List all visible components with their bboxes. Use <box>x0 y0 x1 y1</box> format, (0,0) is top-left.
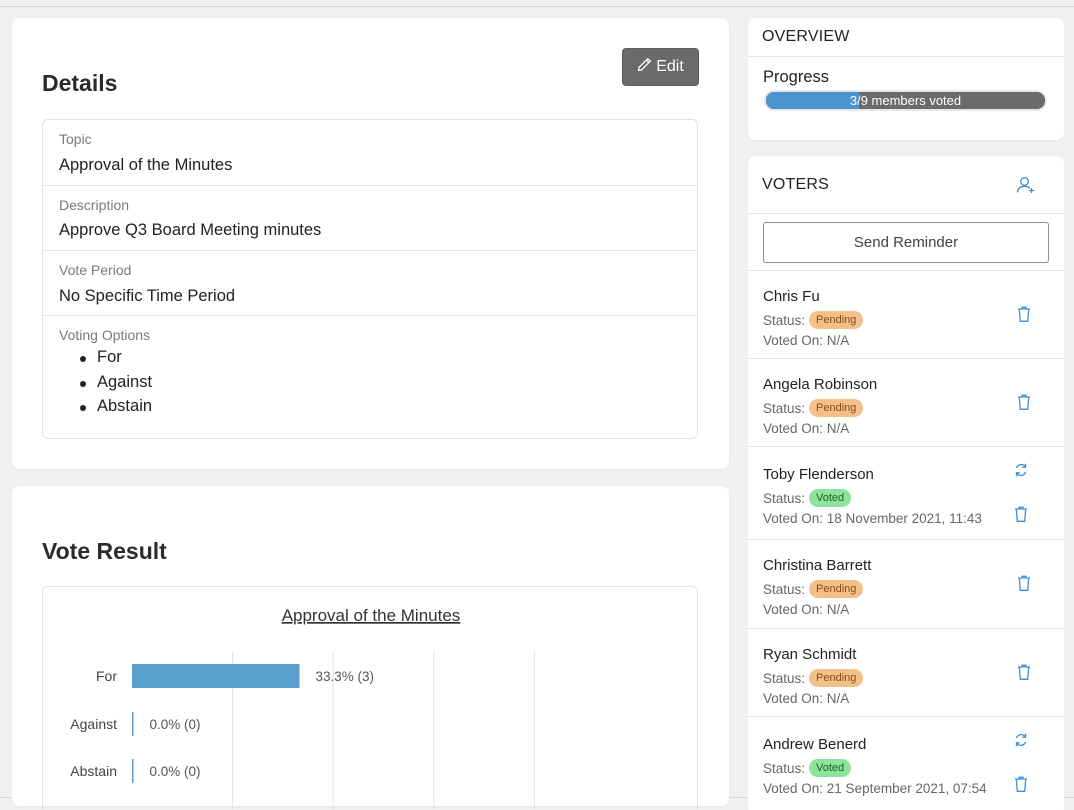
progress-label: Progress <box>763 68 830 86</box>
trash-icon[interactable] <box>1016 574 1032 592</box>
description-value: Approve Q3 Board Meeting minutes <box>59 221 322 239</box>
category-label: For <box>96 668 117 684</box>
vote-result-title: Vote Result <box>42 538 167 564</box>
field-vote-period: Vote Period No Specific Time Period <box>43 251 697 316</box>
edit-button-label: Edit <box>656 58 684 75</box>
category-label: Abstain <box>70 763 117 779</box>
voter-status: Status: Pending <box>763 580 864 598</box>
refresh-icon[interactable] <box>1013 731 1029 749</box>
bar-against <box>132 712 134 736</box>
trash-icon[interactable] <box>1016 393 1032 411</box>
details-card: Details Edit Topic Approval of the Minut… <box>12 18 729 469</box>
overview-header-label: OVERVIEW <box>762 28 850 45</box>
voter-row: Angela Robinson Status: Pending Voted On: N… <box>748 358 1064 446</box>
vote-period-label: Vote Period <box>59 262 132 278</box>
add-user-icon[interactable] <box>1016 175 1036 195</box>
topic-label: Topic <box>59 131 92 147</box>
pencil-icon <box>637 57 652 77</box>
voter-status: Status: Pending <box>763 399 864 417</box>
trash-icon[interactable] <box>1016 305 1032 323</box>
bar-for <box>132 664 300 688</box>
voting-options-label: Voting Options <box>59 327 151 343</box>
data-label: 0.0% (0) <box>150 717 201 732</box>
voter-row: Chris Fu Status: Pending Voted On: N/A <box>748 270 1064 358</box>
voter-row: Andrew Benerd Status: Voted Voted On: 21 Se… <box>748 716 1064 810</box>
voted-on: Voted On: N/A <box>763 333 850 348</box>
status-badge: Voted <box>809 489 852 507</box>
field-description: Description Approve Q3 Board Meeting min… <box>43 186 697 251</box>
category-label: Against <box>70 716 117 732</box>
details-title: Details <box>42 70 118 96</box>
status-prefix: Status: <box>763 581 806 597</box>
status-badge: Pending <box>809 580 864 598</box>
trash-icon[interactable] <box>1013 505 1029 523</box>
voter-name: Andrew Benerd <box>763 736 867 753</box>
send-reminder-button[interactable]: Send Reminder <box>763 222 1049 263</box>
voter-row: Ryan Schmidt Status: Pending Voted On: N/A <box>748 628 1064 716</box>
status-prefix: Status: <box>763 670 806 686</box>
voting-options-list: For Against Abstain <box>79 348 152 422</box>
vote-period-value: No Specific Time Period <box>59 287 236 305</box>
voted-on: Voted On: 18 November 2021, 11:43 <box>763 511 982 526</box>
status-badge: Pending <box>809 399 864 417</box>
voted-on: Voted On: N/A <box>763 691 850 706</box>
progress-bar: 3/9 members voted <box>764 90 1047 111</box>
voter-status: Status: Pending <box>763 311 864 329</box>
refresh-icon[interactable] <box>1013 461 1029 479</box>
voter-row: Toby Flenderson Status: Voted Voted On: 18 … <box>748 446 1064 539</box>
chart-title: Approval of the Minutes <box>282 606 461 625</box>
list-item: For <box>79 348 152 373</box>
overview-header: OVERVIEW <box>748 18 1064 57</box>
voted-on: Voted On: N/A <box>763 421 850 436</box>
trash-icon[interactable] <box>1016 663 1032 681</box>
vote-result-card: Vote Result Approval of the Minutes For 33… <box>12 486 729 810</box>
voter-row: Christina Barrett Status: Pending Voted On:… <box>748 539 1064 628</box>
bar-abstain <box>132 759 134 783</box>
chart-box: Approval of the Minutes For 33.3% (3) Again… <box>42 586 698 810</box>
vote-result-chart: Approval of the Minutes For 33.3% (3) Again… <box>70 606 535 810</box>
data-label: 33.3% (3) <box>315 669 374 684</box>
voter-name: Toby Flenderson <box>763 466 874 483</box>
voted-on: Voted On: N/A <box>763 602 850 617</box>
status-prefix: Status: <box>763 490 806 506</box>
data-label: 0.0% (0) <box>150 764 201 779</box>
voter-name: Chris Fu <box>763 288 820 305</box>
topic-value: Approval of the Minutes <box>59 156 233 174</box>
voter-name: Angela Robinson <box>763 376 878 393</box>
edit-button[interactable]: Edit <box>622 48 699 86</box>
trash-icon[interactable] <box>1013 775 1029 793</box>
voters-card: VOTERS Send Reminder Chris Fu Status: Pend… <box>748 156 1064 810</box>
voter-status: Status: Voted <box>763 759 852 777</box>
overview-card: OVERVIEW Progress 3/9 members voted <box>748 18 1064 140</box>
status-prefix: Status: <box>763 312 806 328</box>
field-voting-options: Voting Options For Against Abstain <box>43 316 697 439</box>
voter-name: Christina Barrett <box>763 557 872 574</box>
voter-status: Status: Pending <box>763 669 864 687</box>
status-prefix: Status: <box>763 760 806 776</box>
field-topic: Topic Approval of the Minutes <box>43 120 697 186</box>
status-prefix: Status: <box>763 400 806 416</box>
status-badge: Pending <box>809 669 864 687</box>
list-item: Against <box>79 373 152 398</box>
voter-status: Status: Voted <box>763 489 852 507</box>
voter-name: Ryan Schmidt <box>763 646 857 663</box>
list-item: Abstain <box>79 397 152 422</box>
status-badge: Voted <box>809 759 852 777</box>
details-box: Topic Approval of the Minutes Descriptio… <box>42 119 698 439</box>
status-badge: Pending <box>809 311 864 329</box>
progress-text: 3/9 members voted <box>849 93 962 108</box>
description-label: Description <box>59 197 130 213</box>
voters-header-label: VOTERS <box>762 176 829 193</box>
voters-header: VOTERS <box>748 156 1064 214</box>
voted-on: Voted On: 21 September 2021, 07:54 <box>763 781 987 796</box>
